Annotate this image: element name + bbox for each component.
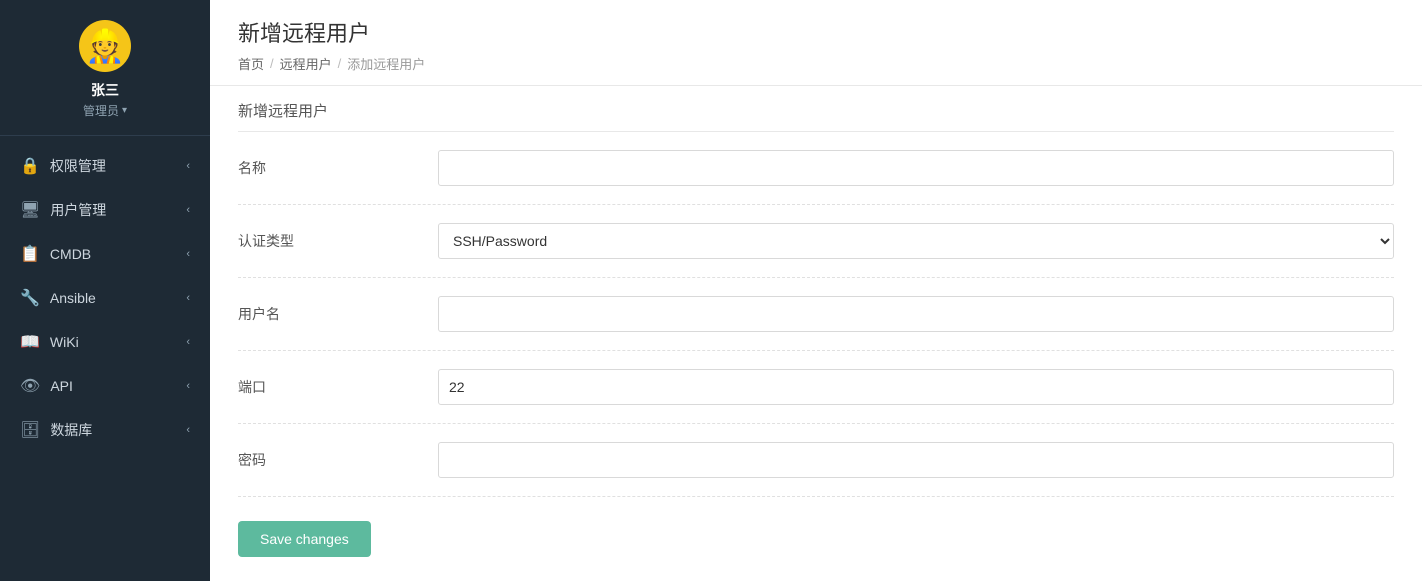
sidebar: 👷 张三 管理员 ▾ 🔒 权限管理 ‹ 🖥 用户管理 ‹ 📋 CMDB [0, 0, 210, 581]
sidebar-item-ansible-label: Ansible [50, 290, 96, 306]
sidebar-item-cmdb[interactable]: 📋 CMDB ‹ [0, 232, 210, 276]
breadcrumb-sep-1: / [270, 56, 274, 71]
sidebar-item-api-label: API [50, 378, 73, 394]
field-port [438, 369, 1394, 405]
username-input[interactable] [438, 296, 1394, 332]
form-row-name: 名称 [238, 132, 1394, 205]
form-row-password: 密码 [238, 424, 1394, 497]
form-row-auth-type: 认证类型 SSH/Password SSH/Key Telnet/Passwor… [238, 205, 1394, 278]
field-auth-type: SSH/Password SSH/Key Telnet/Password [438, 223, 1394, 259]
label-username: 用户名 [238, 304, 438, 324]
avatar-emoji: 👷 [85, 27, 125, 65]
sidebar-item-permissions[interactable]: 🔒 权限管理 ‹ [0, 144, 210, 188]
chevron-right-icon-3: ‹ [186, 248, 190, 260]
breadcrumb-current: 添加远程用户 [347, 54, 425, 73]
cmdb-icon: 📋 [20, 244, 40, 264]
user-role-toggle[interactable]: 管理员 ▾ [83, 102, 127, 119]
sidebar-item-user-management[interactable]: 🖥 用户管理 ‹ [0, 188, 210, 232]
breadcrumb-remote-users[interactable]: 远程用户 [280, 54, 332, 73]
sidebar-nav: 🔒 权限管理 ‹ 🖥 用户管理 ‹ 📋 CMDB ‹ 🔧 Ansible [0, 136, 210, 581]
main-content: 新增远程用户 首页 / 远程用户 / 添加远程用户 新增远程用户 名称 认证类型… [210, 0, 1422, 581]
sidebar-item-cmdb-label: CMDB [50, 246, 91, 262]
label-name: 名称 [238, 158, 438, 178]
save-button[interactable]: Save changes [238, 521, 371, 557]
form-actions: Save changes [238, 497, 1394, 557]
label-auth-type: 认证类型 [238, 231, 438, 251]
name-input[interactable] [438, 150, 1394, 186]
field-password [438, 442, 1394, 478]
form-container: 新增远程用户 名称 认证类型 SSH/Password SSH/Key Teln… [210, 86, 1422, 581]
database-icon: 🗄 [20, 420, 40, 440]
form-section-title: 新增远程用户 [238, 86, 1394, 132]
label-port: 端口 [238, 377, 438, 397]
sidebar-item-wiki[interactable]: 📖 WiKi ‹ [0, 320, 210, 364]
chevron-right-icon-4: ‹ [186, 292, 190, 304]
page-title: 新增远程用户 [238, 16, 1394, 48]
form-row-port: 端口 [238, 351, 1394, 424]
breadcrumb: 首页 / 远程用户 / 添加远程用户 [238, 54, 1394, 73]
port-input[interactable] [438, 369, 1394, 405]
breadcrumb-home[interactable]: 首页 [238, 54, 264, 73]
lock-icon: 🔒 [20, 156, 40, 176]
label-password: 密码 [238, 450, 438, 470]
field-name [438, 150, 1394, 186]
sidebar-item-wiki-label: WiKi [50, 334, 79, 350]
breadcrumb-sep-2: / [338, 56, 342, 71]
sidebar-item-database[interactable]: 🗄 数据库 ‹ [0, 408, 210, 452]
field-username [438, 296, 1394, 332]
password-input[interactable] [438, 442, 1394, 478]
chevron-right-icon: ‹ [186, 160, 190, 172]
sidebar-item-permissions-label: 权限管理 [50, 156, 106, 176]
monitor-icon: 🖥 [20, 200, 40, 220]
chevron-right-icon-7: ‹ [186, 424, 190, 436]
main-header: 新增远程用户 首页 / 远程用户 / 添加远程用户 [210, 0, 1422, 86]
user-role-chevron-icon: ▾ [122, 105, 127, 116]
user-name: 张三 [91, 80, 119, 100]
sidebar-item-user-management-label: 用户管理 [50, 200, 106, 220]
chevron-right-icon-2: ‹ [186, 204, 190, 216]
chevron-right-icon-6: ‹ [186, 380, 190, 392]
wrench-icon: 🔧 [20, 288, 40, 308]
book-icon: 📖 [20, 332, 40, 352]
avatar: 👷 [79, 20, 131, 72]
form-row-username: 用户名 [238, 278, 1394, 351]
api-icon: 👁 [20, 376, 40, 396]
chevron-right-icon-5: ‹ [186, 336, 190, 348]
auth-type-select[interactable]: SSH/Password SSH/Key Telnet/Password [438, 223, 1394, 259]
sidebar-header: 👷 张三 管理员 ▾ [0, 0, 210, 136]
sidebar-item-ansible[interactable]: 🔧 Ansible ‹ [0, 276, 210, 320]
sidebar-item-database-label: 数据库 [50, 420, 92, 440]
sidebar-item-api[interactable]: 👁 API ‹ [0, 364, 210, 408]
